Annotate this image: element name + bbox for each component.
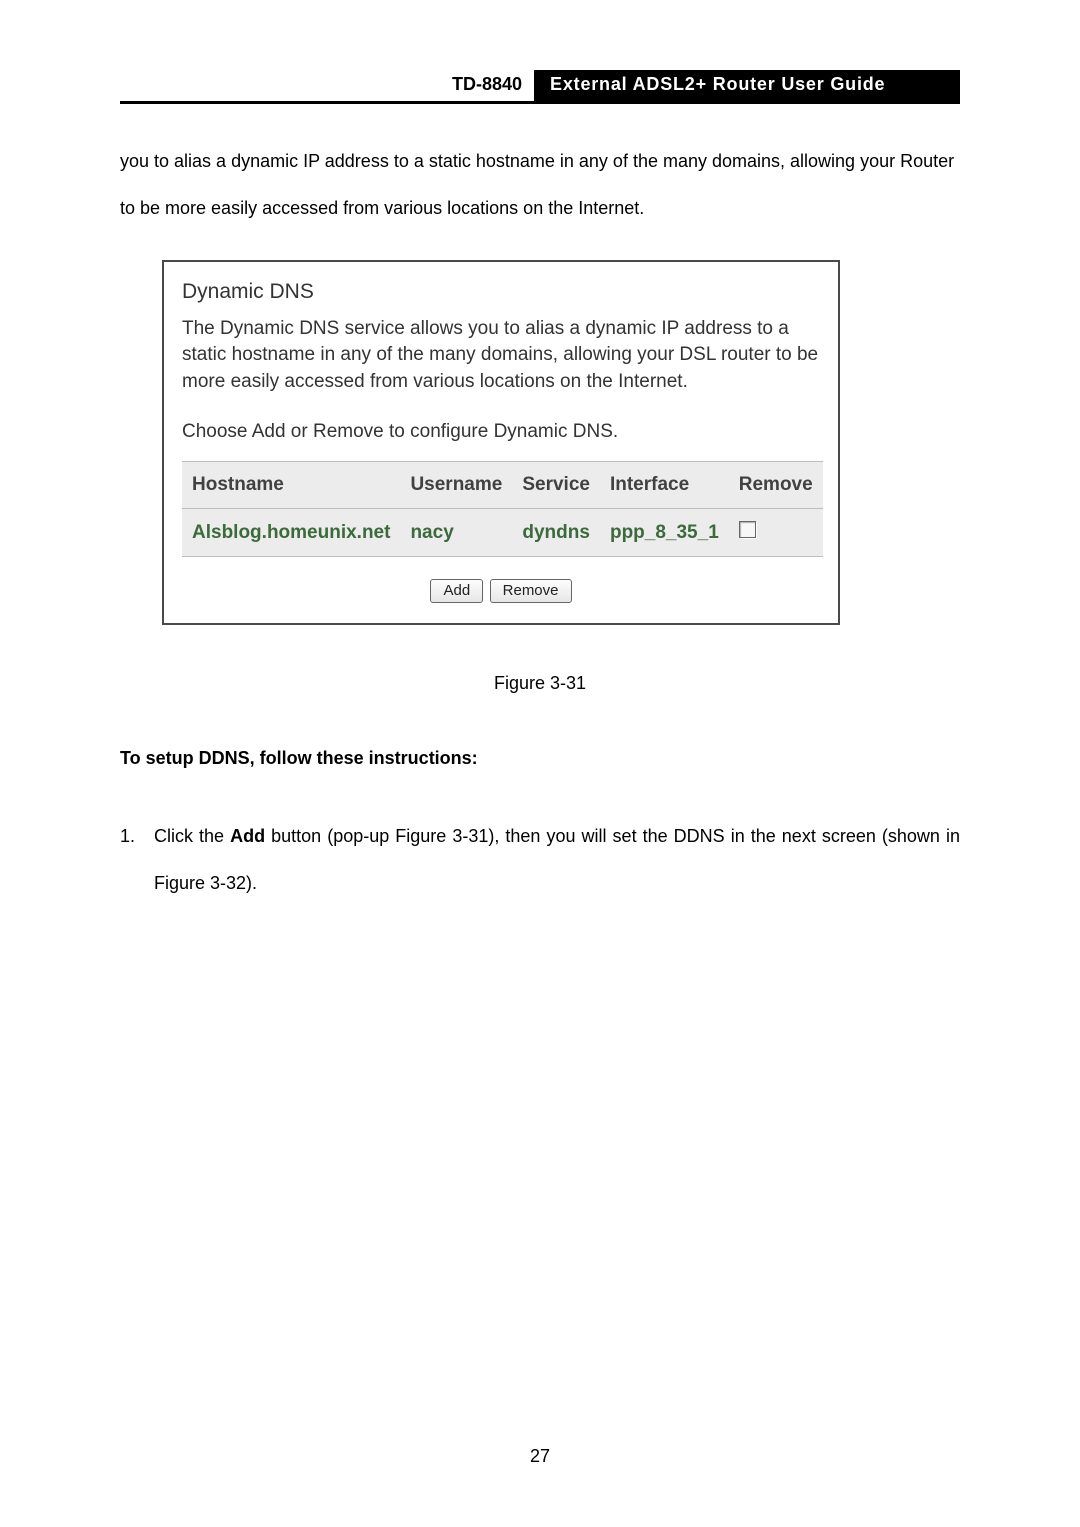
cell-interface: ppp_8_35_1 bbox=[600, 509, 729, 557]
step1-bold: Add bbox=[230, 826, 265, 846]
cell-username: nacy bbox=[400, 509, 512, 557]
cell-remove bbox=[729, 509, 823, 557]
step1-rest: button (pop-up Figure 3-31), then you wi… bbox=[154, 826, 960, 893]
guide-title: External ADSL2+ Router User Guide bbox=[534, 70, 960, 101]
col-hostname: Hostname bbox=[182, 462, 400, 509]
cell-hostname: Alsblog.homeunix.net bbox=[182, 509, 400, 557]
model-number: TD-8840 bbox=[440, 70, 534, 101]
col-interface: Interface bbox=[600, 462, 729, 509]
intro-paragraph: you to alias a dynamic IP address to a s… bbox=[120, 138, 960, 232]
remove-checkbox[interactable] bbox=[739, 521, 756, 538]
col-service: Service bbox=[512, 462, 600, 509]
panel-button-row: Add Remove bbox=[182, 579, 820, 603]
step-text: Click the Add button (pop-up Figure 3-31… bbox=[154, 813, 960, 907]
cell-service: dyndns bbox=[512, 509, 600, 557]
table-row: Alsblog.homeunix.net nacy dyndns ppp_8_3… bbox=[182, 509, 823, 557]
remove-button[interactable]: Remove bbox=[490, 579, 572, 603]
add-button[interactable]: Add bbox=[430, 579, 483, 603]
page-number: 27 bbox=[0, 1446, 1080, 1467]
col-remove: Remove bbox=[729, 462, 823, 509]
step-number: 1. bbox=[120, 813, 154, 907]
figure-caption: Figure 3-31 bbox=[120, 673, 960, 694]
step-1: 1. Click the Add button (pop-up Figure 3… bbox=[120, 813, 960, 907]
step1-prefix: Click the bbox=[154, 826, 230, 846]
dynamic-dns-panel: Dynamic DNS The Dynamic DNS service allo… bbox=[162, 260, 840, 626]
setup-heading: To setup DDNS, follow these instructions… bbox=[120, 748, 960, 769]
table-header-row: Hostname Username Service Interface Remo… bbox=[182, 462, 823, 509]
panel-description: The Dynamic DNS service allows you to al… bbox=[182, 316, 820, 396]
ddns-table: Hostname Username Service Interface Remo… bbox=[182, 461, 823, 557]
page-header: TD-8840 External ADSL2+ Router User Guid… bbox=[120, 70, 960, 104]
panel-instruction: Choose Add or Remove to configure Dynami… bbox=[182, 421, 820, 443]
panel-title: Dynamic DNS bbox=[182, 280, 820, 304]
col-username: Username bbox=[400, 462, 512, 509]
